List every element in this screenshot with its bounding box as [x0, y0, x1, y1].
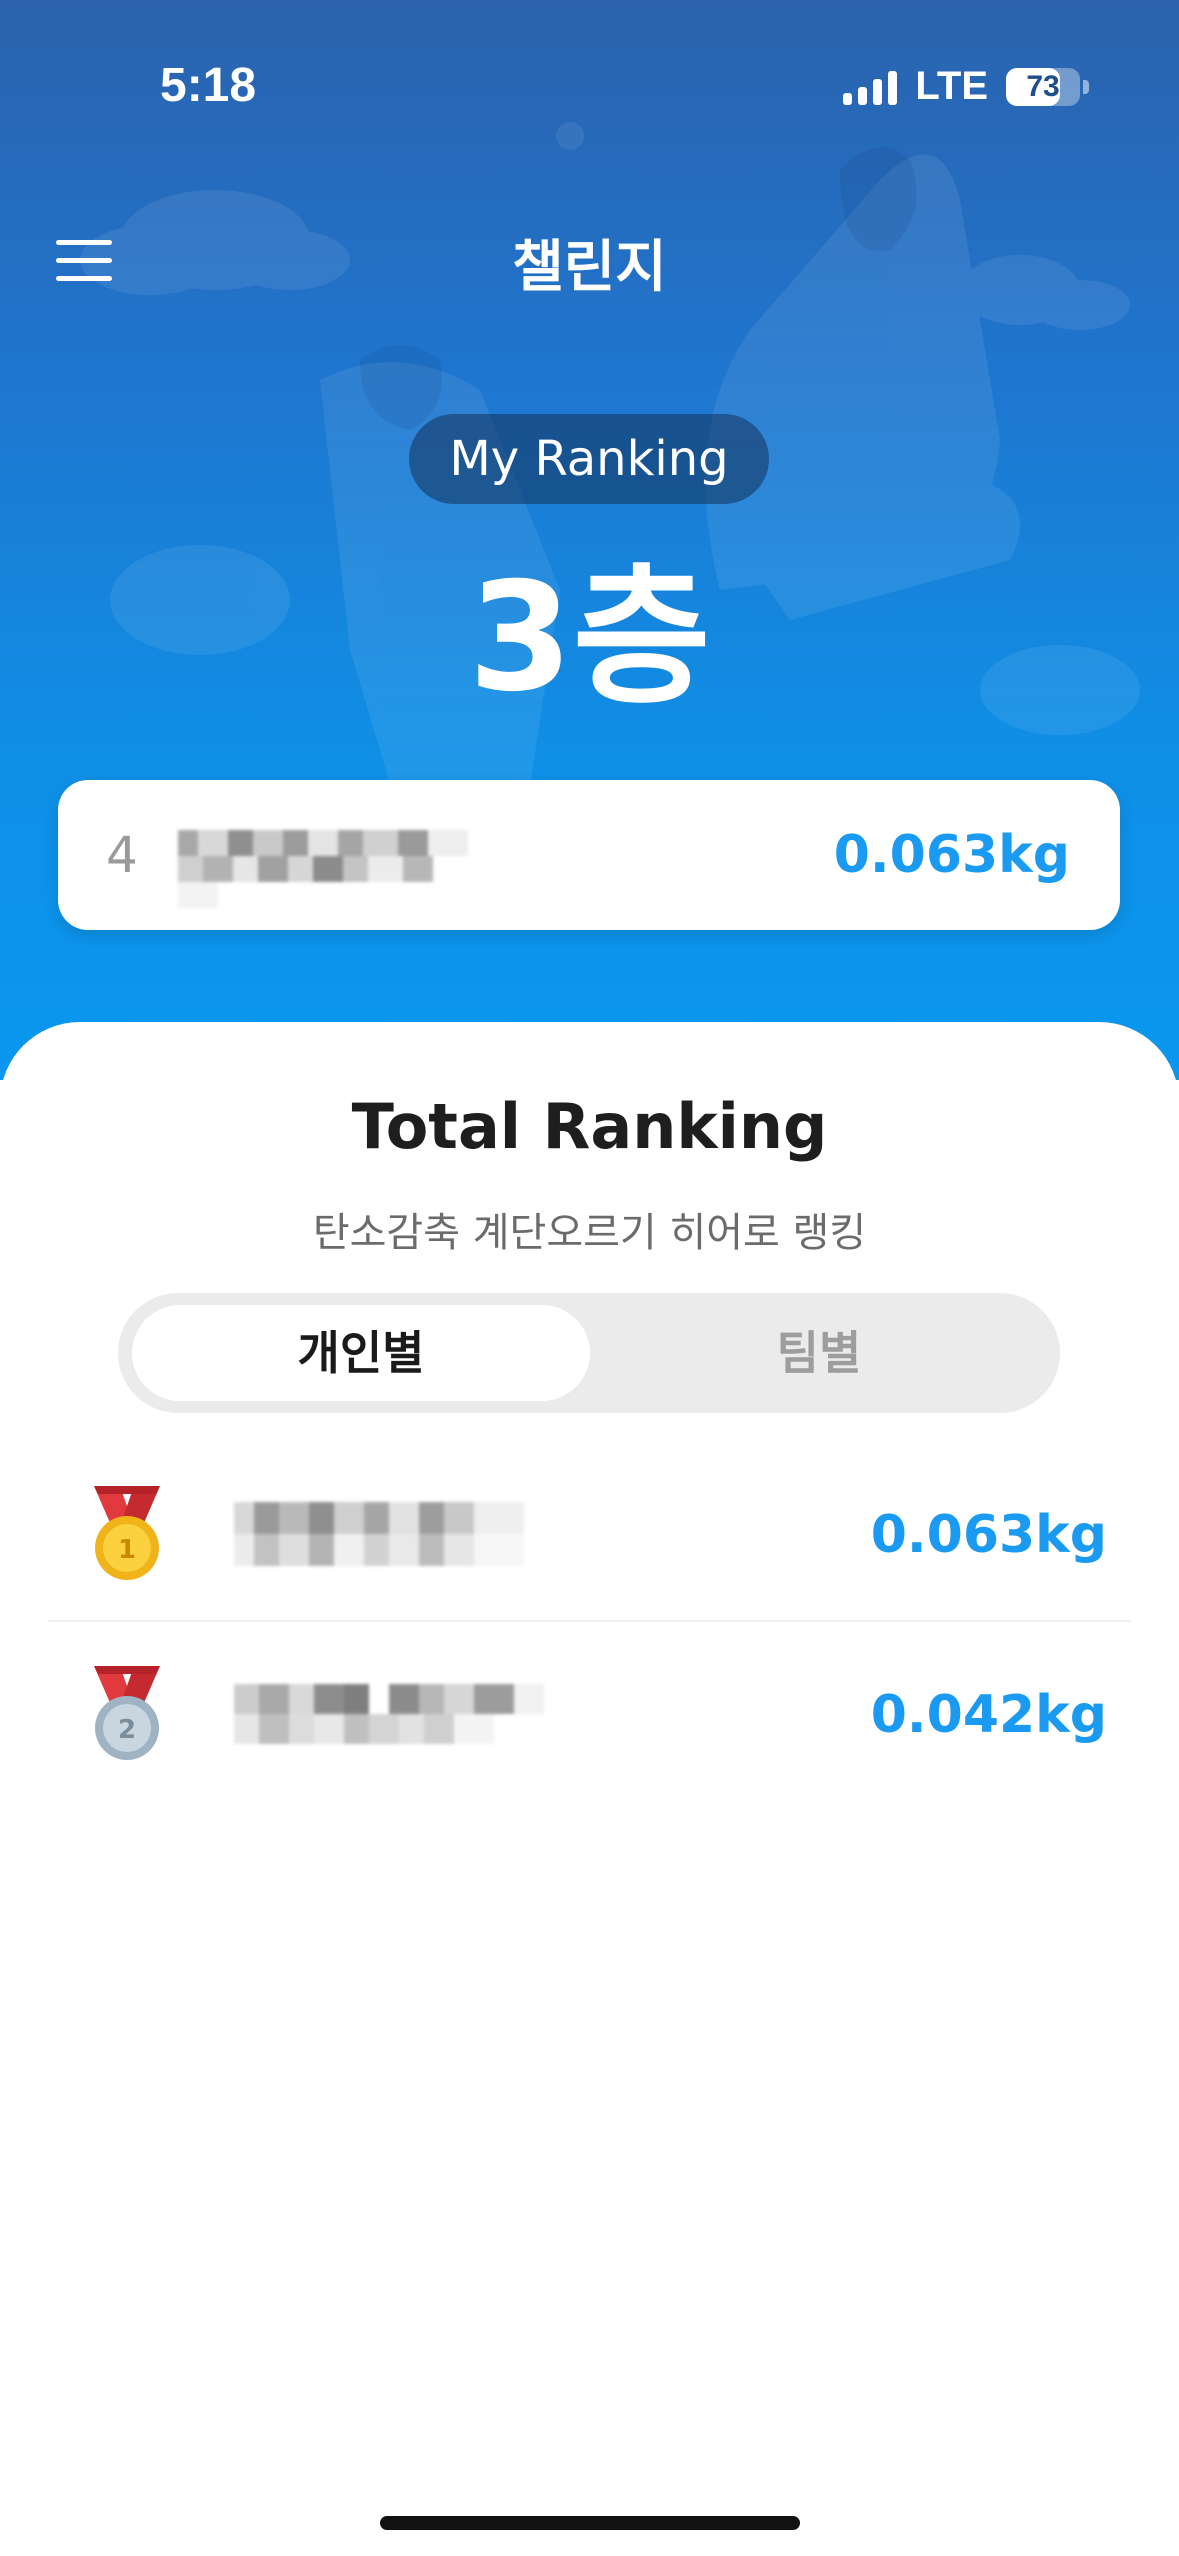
status-time: 5:18	[160, 59, 257, 112]
ranking-row: 2 0.042kg	[48, 1630, 1131, 1800]
my-ranking-label: My Ranking	[409, 414, 769, 504]
network-label: LTE	[915, 64, 988, 108]
medal-number: 1	[118, 1535, 136, 1565]
redacted-name	[234, 1502, 524, 1566]
ranking-row: 1 0.063kg	[48, 1450, 1131, 1622]
redacted-name	[234, 1684, 554, 1744]
my-ranking-card: 4 0.063kg	[58, 780, 1120, 930]
ranking-value: 0.063kg	[870, 1505, 1107, 1565]
status-indicators: LTE 73	[843, 64, 1089, 109]
tab-team[interactable]: 팀별	[590, 1305, 1048, 1401]
tab-individual[interactable]: 개인별	[132, 1305, 590, 1401]
my-floor-value: 3층	[468, 551, 711, 725]
total-ranking-subtitle: 탄소감축 계단오르기 히어로 랭킹	[312, 1210, 867, 1256]
medal-number: 2	[118, 1715, 136, 1745]
battery-level: 73	[1026, 69, 1060, 103]
page-title: 챌린지	[512, 235, 667, 300]
gold-medal-icon: 1	[94, 1486, 160, 1580]
redacted-name	[178, 830, 468, 908]
home-indicator[interactable]	[380, 2516, 800, 2530]
battery-icon: 73	[1006, 67, 1089, 106]
silver-medal-icon: 2	[94, 1666, 160, 1760]
ranking-segmented-control: 개인별 팀별	[118, 1293, 1060, 1413]
signal-bars-icon	[843, 69, 898, 105]
my-rank-number: 4	[106, 826, 138, 884]
ranking-value: 0.042kg	[870, 1685, 1107, 1745]
total-ranking-title: Total Ranking	[351, 1090, 828, 1163]
my-carbon-value: 0.063kg	[833, 825, 1070, 885]
